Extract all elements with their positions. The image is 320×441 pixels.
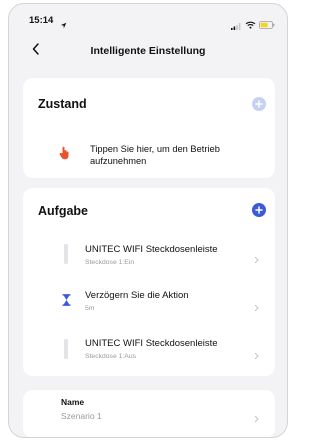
navigation-bar: Intelligente Einstellung [9,40,287,66]
task-item[interactable]: UNITEC WIFI Steckdosenleiste Steckdose 1… [23,328,275,374]
wifi-icon [245,16,256,34]
battery-icon [259,16,275,34]
task-item[interactable]: UNITEC WIFI Steckdosenleiste Steckdose 1… [23,232,275,278]
power-strip-icon [63,244,69,269]
task-item[interactable]: Verzögern Sie die Aktion 5m [23,280,275,326]
page-title: Intelligente Einstellung [90,45,206,57]
task-card: Aufgabe UNITEC WIFI Steckdosenleiste Ste… [23,188,275,376]
task-item-subtitle: Steckdose 1:Ein [85,259,135,266]
status-time: 15:14 [29,15,54,26]
condition-tap-item[interactable]: Tippen Sie hier, um den Betrieb aufzuneh… [23,78,275,178]
task-item-title: UNITEC WIFI Steckdosenleiste [85,338,218,349]
name-card[interactable]: Name Szenario 1 [23,390,275,437]
cellular-signal-icon [231,17,241,35]
phone-screen: 15:14 Intelligente Einstellung Zustand T… [8,3,288,438]
task-item-title: Verzögern Sie die Aktion [85,290,189,301]
location-arrow-icon [60,16,67,34]
name-value: Szenario 1 [61,411,102,421]
name-label: Name [61,397,85,407]
chevron-right-icon [254,251,259,269]
hourglass-icon [62,293,71,311]
power-strip-icon [63,339,69,364]
chevron-right-icon [254,347,259,365]
task-section-title: Aufgabe [38,204,88,218]
status-bar: 15:14 [9,4,287,32]
chevron-right-icon [254,299,259,317]
add-task-button[interactable] [252,203,266,217]
task-item-subtitle: 5m [85,305,95,312]
task-item-title: UNITEC WIFI Steckdosenleiste [85,244,218,255]
condition-item-text: Tippen Sie hier, um den Betrieb aufzuneh… [90,144,220,166]
plus-icon [255,206,263,214]
chevron-right-icon [254,410,259,428]
condition-card: Zustand Tippen Sie hier, um den Betrieb … [23,78,275,178]
task-item-subtitle: Steckdose 1:Aus [85,353,137,360]
hand-tap-icon [59,145,71,165]
